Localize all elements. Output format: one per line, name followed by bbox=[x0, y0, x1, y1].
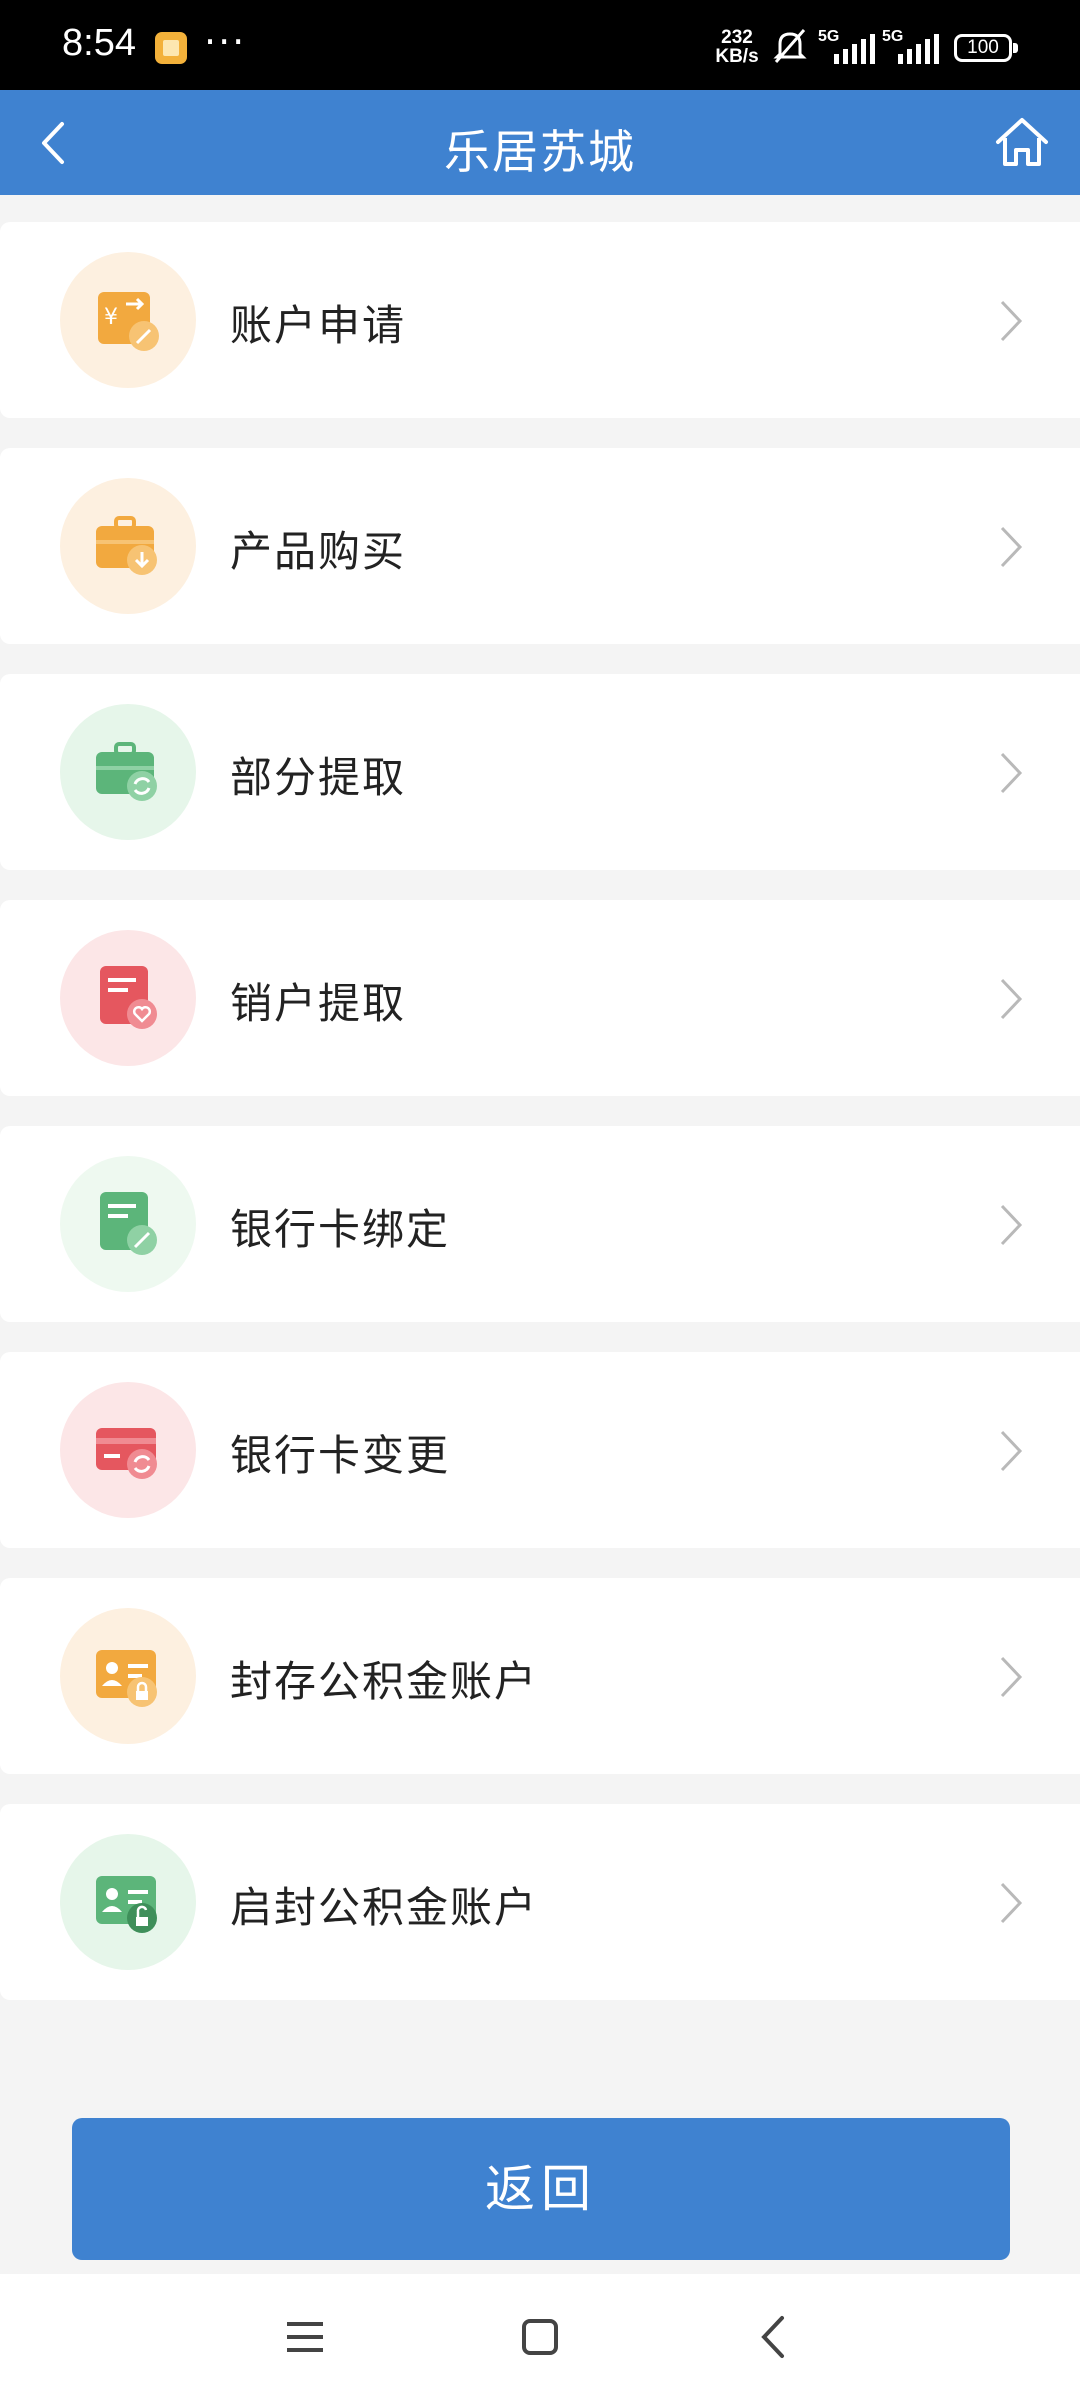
menu-icon[interactable] bbox=[285, 2318, 325, 2356]
signal-2-icon: 5G bbox=[882, 28, 944, 66]
change-card-icon bbox=[60, 1382, 196, 1518]
menu-item-label: 银行卡变更 bbox=[230, 1431, 451, 1480]
status-time: 8:54 bbox=[62, 22, 136, 64]
chevron-right-icon bbox=[1000, 752, 1023, 794]
menu-item-close-account-withdraw[interactable]: 销户提取 bbox=[0, 900, 1080, 1096]
return-button[interactable]: 返回 bbox=[72, 2118, 1010, 2260]
menu-item-label: 启封公积金账户 bbox=[230, 1883, 539, 1932]
battery-icon: 100 bbox=[954, 34, 1018, 62]
account-apply-icon: ¥ bbox=[60, 252, 196, 388]
menu-item-label: 封存公积金账户 bbox=[230, 1657, 539, 1706]
menu-item-partial-withdraw[interactable]: 部分提取 bbox=[0, 674, 1080, 870]
menu-item-label: 银行卡绑定 bbox=[230, 1205, 451, 1254]
menu-item-label: 产品购买 bbox=[230, 527, 407, 576]
chevron-right-icon bbox=[1000, 1204, 1023, 1246]
home-icon[interactable] bbox=[992, 112, 1052, 172]
seal-account-icon bbox=[60, 1608, 196, 1744]
menu-item-label: 部分提取 bbox=[230, 753, 407, 802]
partial-withdraw-icon bbox=[60, 704, 196, 840]
bell-muted-icon bbox=[773, 29, 807, 63]
product-purchase-icon bbox=[60, 478, 196, 614]
more-notifications-icon: ··· bbox=[204, 20, 247, 64]
menu-item-seal-account[interactable]: 封存公积金账户 bbox=[0, 1578, 1080, 1774]
menu-item-product-purchase[interactable]: 产品购买 bbox=[0, 448, 1080, 644]
menu-item-change-card[interactable]: 银行卡变更 bbox=[0, 1352, 1080, 1548]
svg-text:¥: ¥ bbox=[104, 305, 118, 330]
menu-item-label: 账户申请 bbox=[230, 301, 407, 350]
network-speed: 232 KB/s bbox=[712, 28, 762, 66]
back-arrow-icon[interactable] bbox=[756, 2314, 790, 2360]
chevron-right-icon bbox=[1000, 1882, 1023, 1924]
chevron-right-icon bbox=[1000, 978, 1023, 1020]
square-home-icon[interactable] bbox=[521, 2318, 559, 2356]
close-account-withdraw-icon bbox=[60, 930, 196, 1066]
menu-item-account-apply[interactable]: ¥ 账户申请 bbox=[0, 222, 1080, 418]
network-speed-unit: KB/s bbox=[715, 46, 759, 67]
network-speed-value: 232 bbox=[721, 27, 753, 48]
status-bar: 8:54 ··· 232 KB/s 5G 5G 100 bbox=[0, 0, 1080, 90]
unseal-account-icon bbox=[60, 1834, 196, 1970]
bind-card-icon bbox=[60, 1156, 196, 1292]
chevron-right-icon bbox=[1000, 1656, 1023, 1698]
notification-app-icon bbox=[155, 32, 187, 64]
page-title: 乐居苏城 bbox=[444, 125, 636, 179]
menu-item-label: 销户提取 bbox=[230, 979, 407, 1028]
chevron-right-icon bbox=[1000, 1430, 1023, 1472]
app-header: 乐居苏城 bbox=[0, 90, 1080, 195]
menu-item-unseal-account[interactable]: 启封公积金账户 bbox=[0, 1804, 1080, 2000]
menu-item-bind-card[interactable]: 银行卡绑定 bbox=[0, 1126, 1080, 1322]
chevron-right-icon bbox=[1000, 300, 1023, 342]
chevron-right-icon bbox=[1000, 526, 1023, 568]
signal-1-icon: 5G bbox=[818, 28, 880, 66]
